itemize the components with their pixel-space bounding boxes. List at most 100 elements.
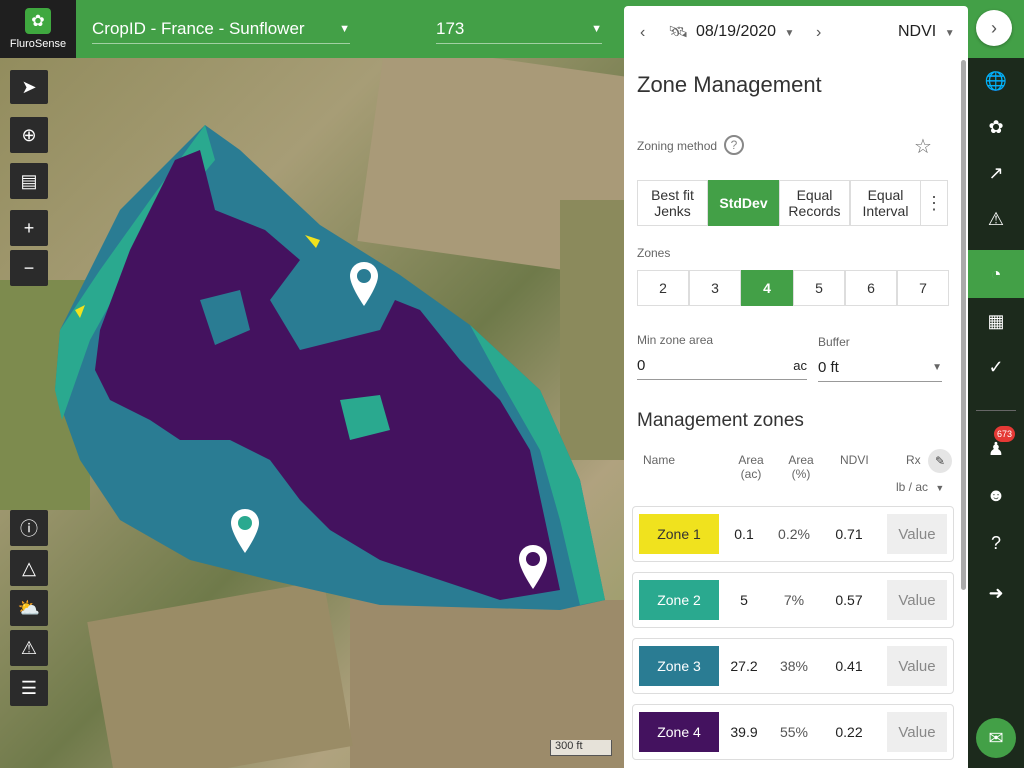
image-gallery-icon[interactable]: ▦: [968, 300, 1024, 342]
navigate-icon: ➤: [21, 76, 37, 97]
date-select[interactable]: 08/19/2020 ▼: [696, 23, 794, 41]
weather-icon: ⛅: [17, 597, 41, 618]
method-tab-equal-records[interactable]: Equal Records: [779, 180, 850, 226]
zone-badge: Zone 1: [639, 514, 719, 554]
field-select-label: CropID - France - Sunflower: [92, 18, 305, 38]
zone-pct: 7%: [783, 592, 805, 608]
globe-icon[interactable]: 🌐: [968, 60, 1024, 102]
zone-overlay[interactable]: [0, 0, 624, 768]
trend-chart-icon[interactable]: ↗: [968, 152, 1024, 194]
zone-management-icon[interactable]: ◔: [968, 250, 1024, 298]
col-ndvi: NDVI: [840, 453, 869, 467]
zone-area: 5: [740, 592, 748, 608]
chevron-down-icon: ▼: [591, 22, 602, 35]
map-pin-icon[interactable]: [349, 262, 379, 306]
warning-button[interactable]: ⚠: [10, 630, 48, 666]
zone-value-input[interactable]: Value: [887, 514, 947, 554]
zoom-out-button[interactable]: −: [10, 250, 48, 286]
zones-tab-6[interactable]: 6: [845, 270, 897, 306]
logout-icon[interactable]: ➜: [968, 572, 1024, 614]
method-tab-equal-interval[interactable]: Equal Interval: [850, 180, 921, 226]
buffer-select[interactable]: 0 ft ▼: [818, 354, 942, 382]
zone-pct: 38%: [779, 658, 809, 674]
zone-management-panel: ‹ 🛰 08/19/2020 ▼ › NDVI ▼ Zone Managemen…: [624, 6, 968, 768]
rx-unit-select[interactable]: lb / ac ▼: [896, 480, 944, 494]
help-circle-icon[interactable]: ?: [968, 522, 1024, 564]
more-vert-icon[interactable]: ⋮: [920, 180, 948, 226]
col-name: Name: [643, 453, 676, 467]
zone-ndvi: 0.71: [835, 526, 863, 542]
rx-unit-label: lb / ac: [896, 480, 929, 494]
zones-tab-2[interactable]: 2: [637, 270, 689, 306]
map-pin-icon[interactable]: [230, 509, 260, 553]
chevron-left-icon[interactable]: ‹: [640, 24, 645, 42]
zones-tabs: 2 3 4 5 6 7: [637, 270, 949, 306]
panel-scrollbar[interactable]: [961, 60, 966, 590]
zones-tab-5[interactable]: 5: [793, 270, 845, 306]
scale-bar: 300 ft: [550, 740, 612, 756]
zones-tab-3[interactable]: 3: [689, 270, 741, 306]
layers-button[interactable]: ☰: [10, 670, 48, 706]
table-row[interactable]: Zone 1 0.1 0.2% 0.71 Value: [632, 506, 954, 562]
edit-icon[interactable]: ✎: [928, 449, 952, 473]
account-icon[interactable]: ☻: [968, 474, 1024, 516]
date-label: 08/19/2020: [696, 23, 777, 40]
zones-label: Zones: [637, 246, 671, 260]
panel-title: Zone Management: [637, 72, 822, 97]
map-pin-icon[interactable]: [518, 545, 548, 589]
crop-icon[interactable]: ✿: [968, 106, 1024, 148]
zone-ndvi: 0.57: [835, 592, 863, 608]
ruler-button[interactable]: ▤: [10, 163, 48, 199]
star-icon[interactable]: ☆: [914, 134, 932, 159]
table-row[interactable]: Zone 4 39.9 55% 0.22 Value: [632, 704, 954, 760]
field-value-select[interactable]: 173 ▼: [436, 14, 602, 44]
yield-check-icon[interactable]: ✓: [968, 346, 1024, 388]
zoom-in-icon: +: [23, 217, 35, 238]
layer-select[interactable]: NDVI ▼: [898, 23, 955, 41]
col-area-pct: Area (%): [788, 453, 814, 481]
min-zone-area-unit: ac: [793, 358, 807, 373]
alert-icon[interactable]: ⚠: [968, 198, 1024, 240]
draw-polygon-icon: △: [22, 557, 36, 578]
draw-polygon-button[interactable]: △: [10, 550, 48, 586]
weather-button[interactable]: ⛅: [10, 590, 48, 626]
zone-value-input[interactable]: Value: [887, 646, 947, 686]
info-button[interactable]: ⓘ: [10, 510, 48, 546]
zoning-method-label: Zoning method: [637, 139, 718, 153]
chevron-down-icon: ▼: [339, 22, 350, 35]
locate-icon: ⊕: [21, 124, 37, 145]
warning-icon: ⚠: [20, 637, 38, 658]
chevron-down-icon: ▼: [932, 362, 942, 373]
chevron-right-icon[interactable]: ›: [976, 10, 1012, 46]
satellite-icon: 🛰: [668, 24, 689, 41]
layer-label: NDVI: [898, 23, 937, 40]
app-logo[interactable]: ✿ FluroSense: [0, 0, 76, 58]
zone-value-input[interactable]: Value: [887, 580, 947, 620]
help-icon[interactable]: ?: [724, 135, 744, 155]
chevron-right-icon[interactable]: ›: [816, 24, 821, 42]
divider: [976, 410, 1016, 411]
navigate-button[interactable]: ➤: [10, 70, 48, 104]
chat-icon[interactable]: ✉: [976, 718, 1016, 758]
zones-tab-7[interactable]: 7: [897, 270, 949, 306]
field-select[interactable]: CropID - France - Sunflower ▼: [92, 14, 350, 44]
zones-tab-4[interactable]: 4: [741, 270, 793, 306]
locate-button[interactable]: ⊕: [10, 117, 48, 153]
field-value-label: 173: [436, 18, 465, 38]
table-row[interactable]: Zone 2 5 7% 0.57 Value: [632, 572, 954, 628]
chevron-down-icon: ▼: [935, 483, 945, 493]
method-tab-stddev[interactable]: StdDev: [708, 180, 779, 226]
zoom-in-button[interactable]: +: [10, 210, 48, 246]
layers-icon: ☰: [20, 677, 38, 698]
min-zone-area-input[interactable]: 0 ac: [637, 352, 807, 380]
notification-badge: 673: [994, 426, 1016, 442]
buffer-value: 0 ft: [818, 359, 839, 376]
zone-value-input[interactable]: Value: [887, 712, 947, 752]
table-row[interactable]: Zone 3 27.2 38% 0.41 Value: [632, 638, 954, 694]
leaf-icon: ✿: [25, 8, 51, 34]
zone-area: 39.9: [730, 724, 758, 740]
method-tab-jenks[interactable]: Best fit Jenks: [637, 180, 708, 226]
zone-area: 27.2: [730, 658, 758, 674]
min-zone-area-label: Min zone area: [637, 333, 714, 347]
zoom-out-icon: −: [23, 257, 35, 278]
